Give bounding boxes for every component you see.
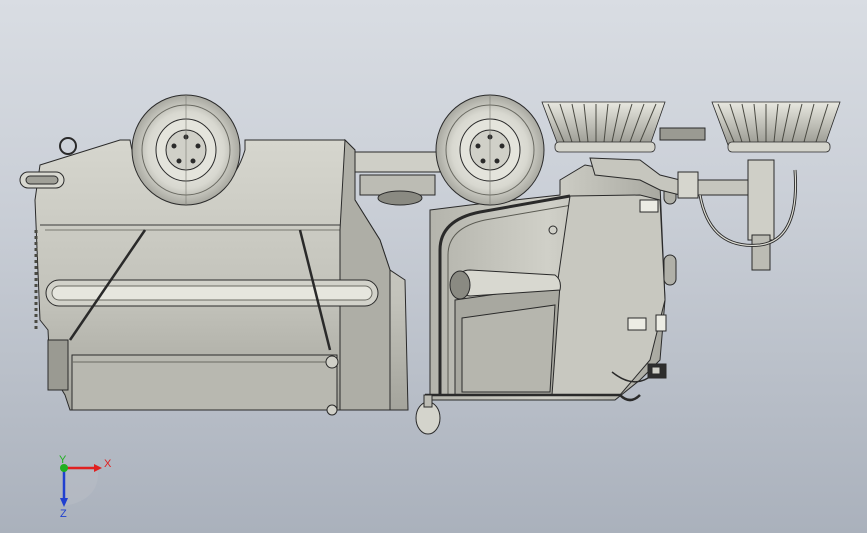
model-view[interactable]: X Y Z bbox=[0, 0, 867, 533]
front-wheel-icon bbox=[435, 94, 545, 206]
axis-triad[interactable]: X Y Z bbox=[59, 454, 112, 520]
y-axis-label: Y bbox=[59, 454, 67, 466]
link-arm[interactable] bbox=[354, 151, 441, 206]
rear-wheel-icon bbox=[131, 94, 241, 206]
front-chassis[interactable] bbox=[415, 164, 677, 435]
z-axis-label: Z bbox=[60, 508, 67, 520]
x-axis-label: X bbox=[104, 458, 112, 470]
brush-right-icon bbox=[711, 101, 841, 153]
brush-left-icon bbox=[541, 101, 666, 153]
cad-viewport[interactable]: X Y Z bbox=[0, 0, 867, 533]
